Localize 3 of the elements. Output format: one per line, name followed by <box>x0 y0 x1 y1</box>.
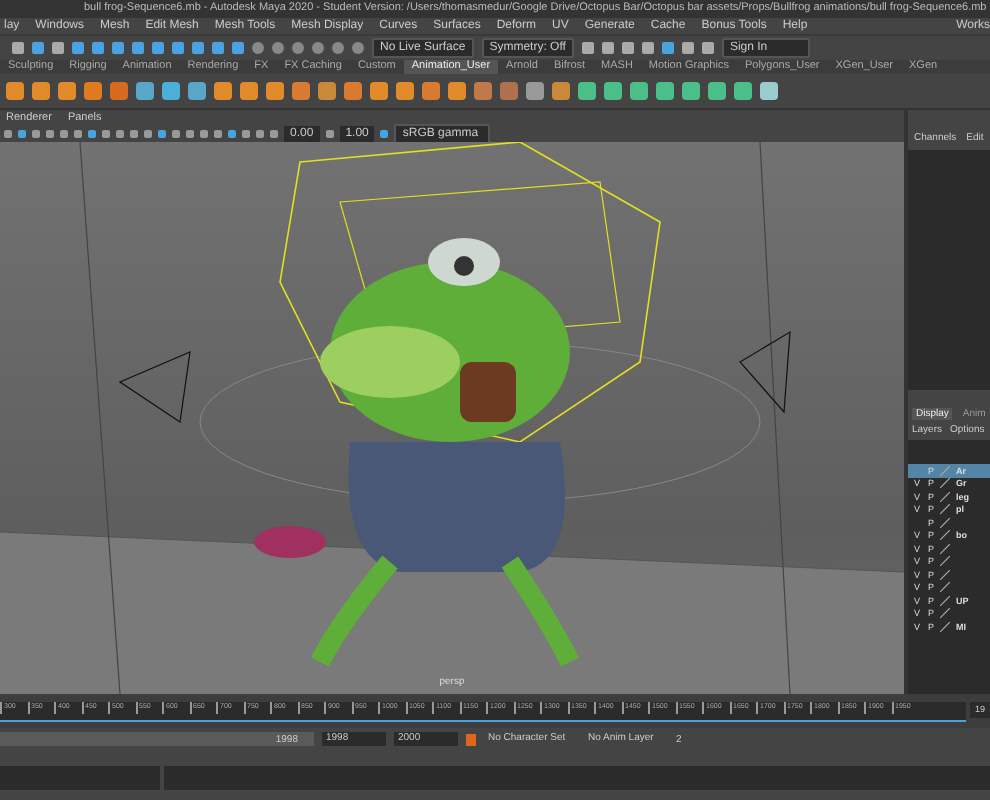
command-line-field[interactable] <box>164 766 990 790</box>
command-language-field[interactable] <box>0 766 160 790</box>
auto-key-icon[interactable] <box>466 733 476 745</box>
